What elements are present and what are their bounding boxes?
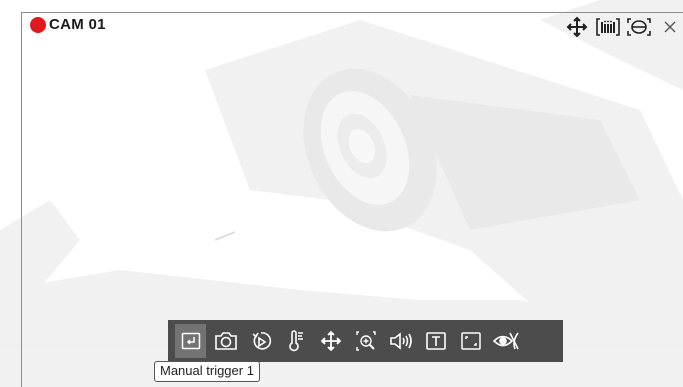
fisheye-icon[interactable] (627, 16, 651, 38)
manual-trigger-icon (181, 332, 200, 350)
top-toolbar (565, 16, 682, 38)
text-overlay-icon (425, 332, 446, 350)
audio-button[interactable] (385, 324, 416, 358)
close-icon[interactable] (658, 16, 682, 38)
text-overlay-button[interactable] (420, 324, 451, 358)
thermometer-button[interactable] (280, 324, 311, 358)
privacy-mask-icon (492, 332, 519, 350)
camera-viewport[interactable]: CAM 01 Manual trigger 1 (0, 0, 683, 387)
snapshot-icon (214, 332, 237, 350)
privacy-mask-button[interactable] (490, 324, 521, 358)
camera-name: CAM 01 (49, 16, 106, 33)
tooltip: Manual trigger 1 (154, 361, 260, 382)
ptz-move-button[interactable] (315, 324, 346, 358)
move-icon[interactable] (565, 16, 589, 38)
camera-toolbar (168, 320, 563, 362)
ptz-move-icon (320, 330, 341, 352)
playback-icon (251, 332, 271, 350)
recording-indicator-icon (30, 16, 46, 33)
digital-zoom-button[interactable] (350, 324, 381, 358)
manual-trigger-button[interactable] (175, 324, 206, 358)
camera-label: CAM 01 (30, 16, 106, 33)
digital-zoom-icon (355, 331, 376, 351)
fullscreen-icon (460, 332, 481, 350)
fullscreen-button[interactable] (455, 324, 486, 358)
audio-icon (389, 332, 412, 350)
barcode-icon[interactable] (596, 16, 620, 38)
thermometer-icon (288, 330, 303, 352)
playback-button[interactable] (245, 324, 276, 358)
snapshot-button[interactable] (210, 324, 241, 358)
